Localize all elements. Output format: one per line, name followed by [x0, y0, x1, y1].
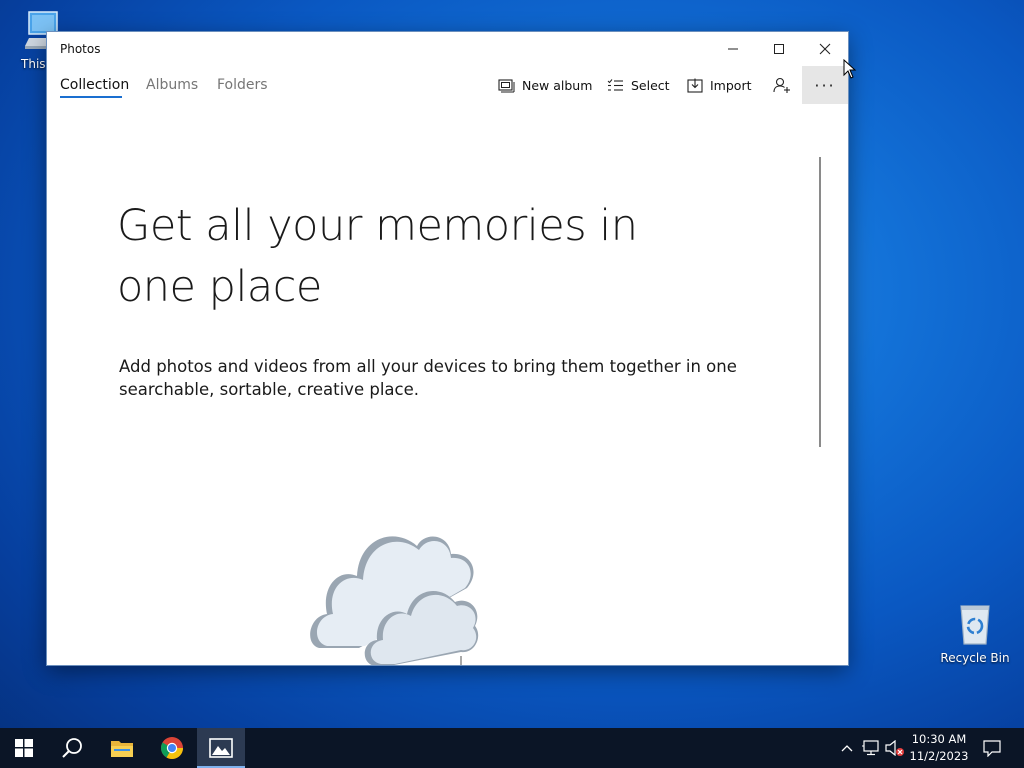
select-button[interactable]: Select	[607, 74, 670, 96]
import-button[interactable]: Import	[687, 74, 752, 96]
network-status-button[interactable]	[860, 728, 882, 768]
mouse-cursor-icon	[843, 59, 857, 79]
tab-folders[interactable]: Folders	[217, 77, 268, 93]
system-clock[interactable]: 10:30 AM 11/2/2023	[905, 731, 973, 765]
tab-albums[interactable]: Albums	[146, 77, 198, 93]
title-bar[interactable]: Photos	[47, 32, 848, 66]
select-icon	[607, 79, 623, 91]
photos-icon	[209, 738, 233, 758]
chrome-button[interactable]	[148, 728, 196, 768]
select-label: Select	[631, 77, 670, 93]
window-title: Photos	[60, 42, 101, 56]
file-explorer-button[interactable]	[98, 728, 146, 768]
minimize-icon	[728, 48, 738, 50]
new-album-icon	[498, 78, 515, 92]
empty-state-description: Add photos and videos from all your devi…	[119, 357, 737, 399]
taskbar: 10:30 AM 11/2/2023	[0, 728, 1024, 768]
maximize-icon	[774, 44, 784, 54]
clock-date: 11/2/2023	[909, 749, 969, 763]
import-icon	[687, 78, 703, 93]
empty-state-headline: Get all your memories in one place	[117, 201, 638, 312]
start-button[interactable]	[0, 728, 48, 768]
minimize-button[interactable]	[710, 32, 756, 66]
add-person-icon	[773, 77, 790, 93]
import-label: Import	[710, 77, 752, 93]
recycle-bin-icon	[960, 605, 990, 645]
empty-state-content: Get all your memories in one place Add p…	[47, 104, 848, 665]
new-album-label: New album	[522, 77, 593, 93]
network-icon	[862, 740, 879, 756]
chevron-up-icon	[841, 745, 853, 752]
windows-logo-icon	[15, 739, 33, 757]
more-options-button[interactable]: ···	[802, 66, 848, 104]
close-button[interactable]	[802, 32, 848, 66]
vertical-scrollbar[interactable]	[819, 157, 821, 447]
notifications-button[interactable]	[980, 728, 1004, 768]
chrome-icon	[161, 737, 183, 759]
photos-taskbar-button[interactable]	[197, 728, 245, 768]
new-album-button[interactable]: New album	[498, 74, 592, 96]
close-icon	[819, 43, 831, 55]
folder-icon	[111, 741, 133, 757]
show-hidden-icons-button[interactable]	[838, 728, 856, 768]
volume-button[interactable]	[884, 728, 906, 768]
add-person-button[interactable]	[773, 74, 791, 96]
photos-window: Photos Collection Albums Folders New alb…	[47, 32, 848, 665]
nav-row: Collection Albums Folders New album Sele…	[47, 66, 848, 104]
search-button[interactable]	[48, 728, 96, 768]
search-icon	[62, 738, 82, 758]
active-tab-indicator	[60, 96, 122, 98]
maximize-button[interactable]	[756, 32, 802, 66]
tab-collection[interactable]: Collection	[60, 77, 129, 93]
clock-time: 10:30 AM	[911, 732, 967, 746]
cloud-illustration	[310, 536, 479, 665]
desktop-icon-recycle-bin[interactable]: Recycle Bin	[940, 600, 1010, 665]
volume-muted-icon	[885, 740, 904, 756]
desktop-icon-label: Recycle Bin	[940, 651, 1010, 665]
notification-icon	[983, 740, 1001, 757]
